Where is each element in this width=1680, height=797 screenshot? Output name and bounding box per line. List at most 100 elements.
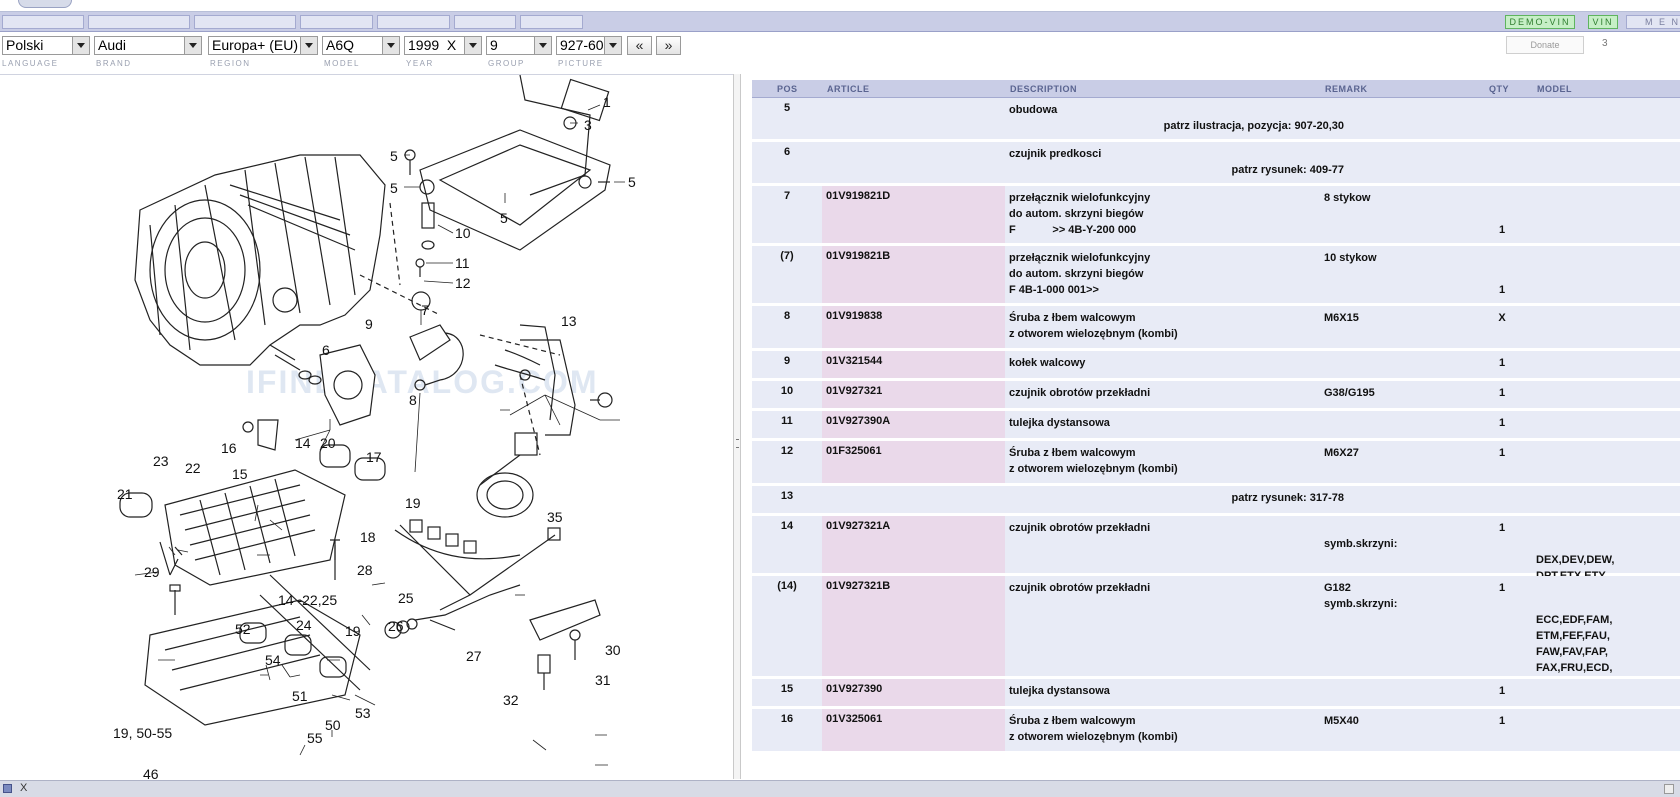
region-select[interactable]: Europa+ (EU) (208, 36, 318, 55)
callout-14-22-25[interactable]: 14 -22,25 (278, 592, 337, 608)
callout-25[interactable]: 25 (398, 590, 414, 606)
callout-19-50-55[interactable]: 19, 50-55 (113, 725, 172, 741)
cell-article[interactable]: 01F325061 (822, 441, 1005, 483)
previous-picture-button[interactable]: « (627, 36, 652, 55)
chevron-down-icon[interactable] (534, 37, 551, 54)
close-icon[interactable]: X (20, 782, 27, 794)
table-row[interactable]: 8 01V919838 Śruba z łbem walcowym z otworem… (752, 306, 1680, 351)
menu-tab-region[interactable] (194, 15, 296, 29)
cell-article[interactable]: 01V325061 (822, 709, 1005, 751)
callout-10[interactable]: 10 (455, 225, 471, 241)
header-article[interactable]: ARTICLE (827, 84, 870, 94)
menu-tab-model[interactable] (300, 15, 373, 29)
callout-29[interactable]: 29 (144, 564, 160, 580)
callout-54[interactable]: 54 (265, 652, 281, 668)
callout-21[interactable]: 21 (117, 486, 133, 502)
callout-16[interactable]: 16 (221, 440, 237, 456)
cell-article[interactable]: 01V927321 (822, 381, 1005, 408)
callout-23[interactable]: 23 (153, 453, 169, 469)
table-row[interactable]: 16 01V325061 Śruba z łbem walcowym z otwore… (752, 709, 1680, 754)
model-select[interactable]: A6Q (322, 36, 400, 55)
callout-32[interactable]: 32 (503, 692, 519, 708)
callout-35[interactable]: 35 (547, 509, 563, 525)
callout-12[interactable]: 12 (455, 275, 471, 291)
year-select[interactable]: 1999 X (404, 36, 482, 55)
callout-14[interactable]: 14 (295, 435, 311, 451)
callout-17[interactable]: 17 (366, 449, 382, 465)
next-picture-button[interactable]: » (656, 36, 681, 55)
header-description[interactable]: DESCRIPTION (1010, 84, 1077, 94)
callout-11[interactable]: 11 (455, 255, 470, 271)
pane-splitter[interactable] (733, 74, 741, 779)
callout-8[interactable]: 8 (409, 392, 417, 408)
callout-1[interactable]: 1 (603, 94, 611, 110)
callout-46[interactable]: 46 (143, 766, 159, 779)
parts-diagram[interactable]: IFINDCATALOG.COM 1 3 5 5 5 5 10 11 12 9 … (0, 75, 739, 779)
callout-55[interactable]: 55 (307, 730, 323, 746)
table-row[interactable]: 6 czujnik predkosci patrz rysunek: 409-77 (752, 142, 1680, 186)
callout-26[interactable]: 26 (388, 618, 404, 634)
resize-grip-icon[interactable] (1664, 784, 1674, 794)
callout-50[interactable]: 50 (325, 717, 341, 733)
callout-53[interactable]: 53 (355, 705, 371, 721)
callout-31[interactable]: 31 (595, 672, 611, 688)
cell-article[interactable]: 01V321544 (822, 351, 1005, 378)
cell-article[interactable]: 01V919838 (822, 306, 1005, 348)
callout-30[interactable]: 30 (605, 642, 621, 658)
cell-article[interactable]: 01V927321A (822, 516, 1005, 573)
header-qty[interactable]: QTY (1489, 84, 1509, 94)
menu-tab-group[interactable] (454, 15, 516, 29)
callout-27[interactable]: 27 (466, 648, 482, 664)
menu-tab-brand[interactable] (88, 15, 190, 29)
callout-6[interactable]: 6 (322, 342, 330, 358)
table-row[interactable]: (7) 01V919821B przełącznik wielofunkcyjny d… (752, 246, 1680, 306)
callout-13[interactable]: 13 (561, 313, 577, 329)
table-row[interactable]: 12 01F325061 Śruba z łbem walcowym z otwore… (752, 441, 1680, 486)
callout-7[interactable]: 7 (421, 302, 429, 318)
cell-article[interactable]: 01V927390 (822, 679, 1005, 706)
table-row[interactable]: 15 01V927390 tulejka dystansowa 1 (752, 679, 1680, 709)
table-row[interactable]: 9 01V321544 kołek walcowy 1 (752, 351, 1680, 381)
header-remark[interactable]: REMARK (1325, 84, 1368, 94)
callout-19[interactable]: 19 (345, 623, 361, 639)
logo[interactable] (18, 0, 72, 8)
chevron-down-icon[interactable] (184, 37, 201, 54)
callout-19[interactable]: 19 (405, 495, 421, 511)
cell-article[interactable]: 01V927390A (822, 411, 1005, 438)
menu-tab-picture[interactable] (520, 15, 583, 29)
callout-28[interactable]: 28 (357, 562, 373, 578)
callout-15[interactable]: 15 (232, 466, 248, 482)
language-select[interactable]: Polski (2, 36, 90, 55)
callout-5[interactable]: 5 (628, 174, 636, 190)
table-row[interactable]: 7 01V919821D przełącznik wielofunkcyjny do … (752, 186, 1680, 246)
chevron-down-icon[interactable] (300, 37, 317, 54)
menu-button[interactable]: M E N (1626, 15, 1680, 29)
callout-9[interactable]: 9 (365, 316, 373, 332)
menu-tab-year[interactable] (377, 15, 450, 29)
chevron-down-icon[interactable] (72, 37, 89, 54)
callout-5[interactable]: 5 (390, 148, 398, 164)
chevron-down-icon[interactable] (382, 37, 399, 54)
table-row[interactable]: 10 01V927321 czujnik obrotów przekładni G38… (752, 381, 1680, 411)
splitter-grip-icon[interactable] (736, 439, 739, 448)
cell-article[interactable]: 01V919821B (822, 246, 1005, 303)
group-select[interactable]: 9 (486, 36, 552, 55)
header-pos[interactable]: POS (777, 84, 798, 94)
table-row[interactable]: (14) 01V927321B czujnik obrotów przekładni… (752, 576, 1680, 690)
header-model[interactable]: MODEL (1537, 84, 1572, 94)
callout-20[interactable]: 20 (320, 435, 336, 451)
callout-5[interactable]: 5 (390, 180, 398, 196)
donate-button[interactable]: Donate (1506, 36, 1584, 54)
callout-51[interactable]: 51 (292, 688, 308, 704)
callout-5[interactable]: 5 (500, 210, 508, 226)
brand-select[interactable]: Audi (94, 36, 202, 55)
table-row[interactable]: 13 patrz rysunek: 317-78 (752, 486, 1680, 516)
callout-22[interactable]: 22 (185, 460, 201, 476)
vin-button[interactable]: VIN (1588, 15, 1618, 29)
callout-3[interactable]: 3 (584, 117, 592, 133)
cell-article[interactable]: 01V919821D (822, 186, 1005, 243)
table-row[interactable]: 11 01V927390A tulejka dystansowa 1 (752, 411, 1680, 441)
table-row[interactable]: 5 obudowa patrz ilustracja, pozycja: 907-2… (752, 98, 1680, 142)
cell-article[interactable]: 01V927321B (822, 576, 1005, 676)
callout-52[interactable]: 52 (235, 621, 251, 637)
